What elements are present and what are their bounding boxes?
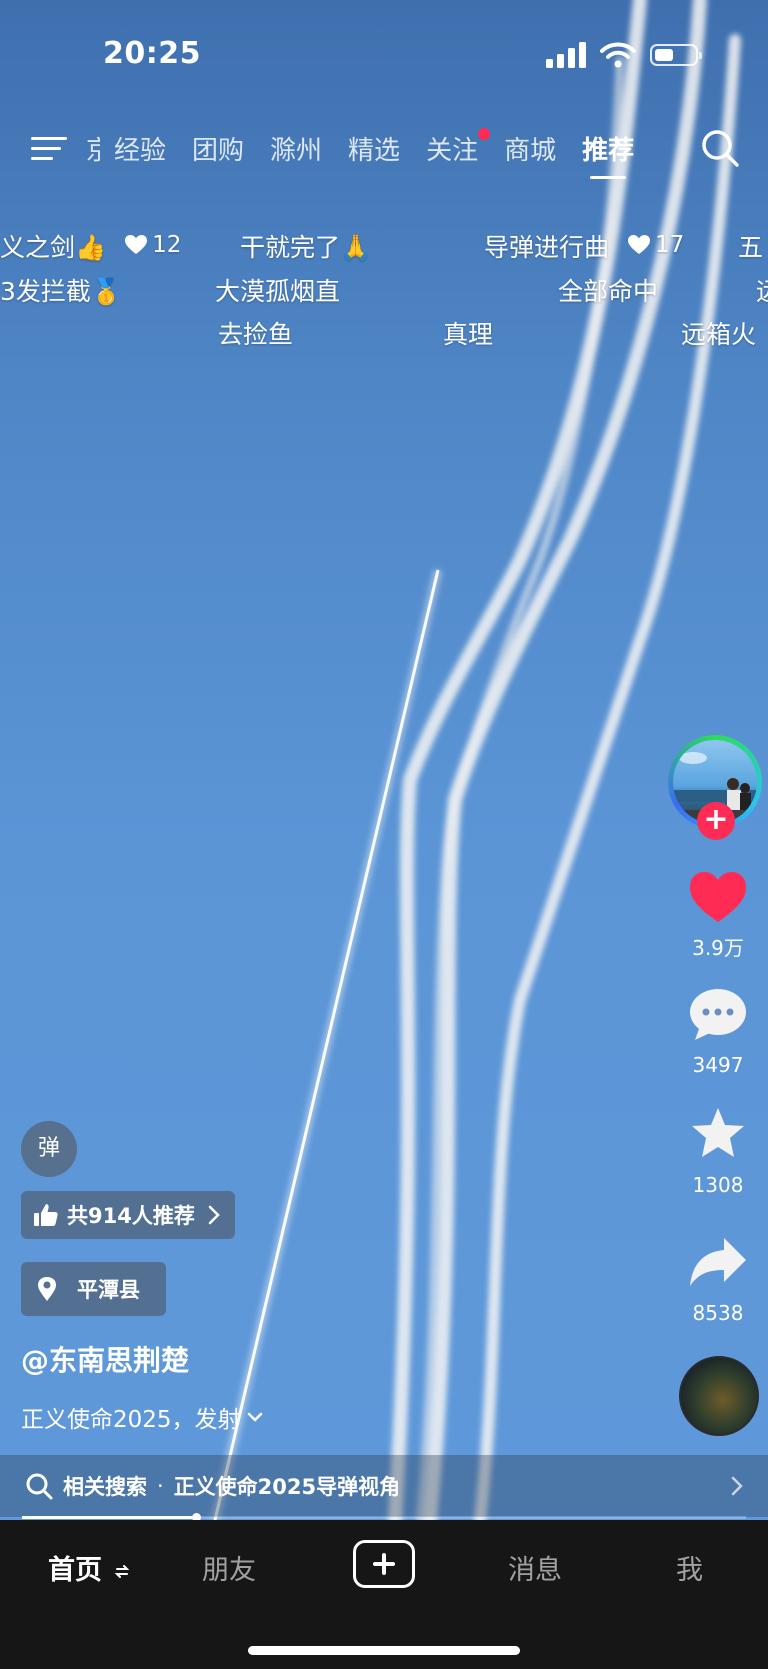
notification-dot bbox=[478, 128, 491, 140]
danmaku-like-count: 12 bbox=[152, 232, 182, 258]
chevron-down-icon bbox=[247, 1412, 262, 1422]
favorite-count: 1308 bbox=[692, 1173, 744, 1197]
refresh-switch-icon bbox=[114, 1565, 130, 1578]
tab-following[interactable]: 关注 bbox=[426, 128, 491, 167]
top-tab-bar: 京 经验 团购 滁州 精选 关注 商城 推荐 bbox=[0, 120, 768, 179]
thumbs-up-icon bbox=[34, 1204, 58, 1226]
heart-outline-icon bbox=[627, 235, 650, 254]
nav-friends[interactable]: 朋友 bbox=[202, 1548, 256, 1587]
music-disc-icon[interactable] bbox=[679, 1356, 759, 1436]
heart-outline-icon bbox=[125, 235, 148, 254]
comment-icon[interactable] bbox=[668, 986, 768, 1042]
chevron-right-icon bbox=[731, 1476, 743, 1496]
location-pin-icon bbox=[38, 1277, 56, 1301]
tab-list: 京 经验 团购 滁州 精选 关注 商城 推荐 bbox=[86, 128, 660, 179]
bottom-nav-bar: 首页 朋友 消息 我 bbox=[0, 1520, 768, 1669]
recommend-chip[interactable]: 共914人推荐 bbox=[21, 1191, 235, 1239]
related-search-query: 正义使命2025导弹视角 bbox=[173, 1475, 401, 1499]
tab-featured[interactable]: 精选 bbox=[348, 130, 400, 167]
danmaku-comment: 去捡鱼 bbox=[218, 320, 294, 349]
tab-mall[interactable]: 商城 bbox=[504, 130, 556, 167]
follow-button[interactable]: + bbox=[697, 802, 735, 840]
danmaku-like-count: 17 bbox=[654, 232, 685, 258]
location-text: 平潭县 bbox=[77, 1278, 140, 1302]
danmaku-toggle-label: 弹 bbox=[37, 1136, 60, 1161]
tab-group-buy[interactable]: 团购 bbox=[192, 130, 244, 167]
danmaku-comment: 五 bbox=[738, 233, 764, 262]
chevron-right-icon bbox=[208, 1205, 220, 1225]
search-icon bbox=[26, 1473, 53, 1500]
danmaku-text: 导弹进行曲 bbox=[484, 233, 610, 262]
tab-experience[interactable]: 经验 bbox=[114, 130, 166, 167]
danmaku-likes: 17 bbox=[627, 232, 684, 258]
location-chip[interactable]: 平潭县 bbox=[21, 1262, 166, 1316]
share-arrow-icon[interactable] bbox=[668, 1234, 768, 1290]
related-search-prefix: 相关搜索 bbox=[63, 1475, 147, 1499]
danmaku-comment: 全部命中 bbox=[558, 277, 659, 306]
danmaku-comment: 3发拦截🥇 bbox=[0, 277, 123, 306]
comment-count: 3497 bbox=[692, 1053, 744, 1077]
danmaku-comment: 真理 bbox=[443, 320, 494, 349]
danmaku-text: 义之剑👍 bbox=[0, 233, 107, 262]
danmaku-comment: 远箱火 bbox=[681, 320, 757, 349]
author-name[interactable]: @东南思荆楚 bbox=[21, 1339, 189, 1379]
nav-home-label: 首页 bbox=[48, 1555, 102, 1586]
danmaku-likes: 12 bbox=[124, 232, 181, 258]
video-description[interactable]: 正义使命2025，发射 bbox=[21, 1400, 263, 1434]
tab-following-label: 关注 bbox=[426, 136, 479, 166]
tab-local-city[interactable]: 滁州 bbox=[270, 130, 322, 167]
battery-icon bbox=[650, 44, 702, 66]
danmaku-comment: 大漠孤烟直 bbox=[215, 277, 341, 306]
danmaku-comment: 干就完了🙏 bbox=[240, 233, 372, 262]
like-heart-icon[interactable] bbox=[668, 868, 768, 924]
favorite-star-icon[interactable] bbox=[668, 1106, 768, 1162]
create-post-button[interactable] bbox=[353, 1540, 415, 1588]
nav-messages[interactable]: 消息 bbox=[508, 1548, 562, 1587]
description-text: 正义使命2025，发射 bbox=[21, 1407, 241, 1433]
danmaku-comment: 义之剑👍 12 bbox=[0, 228, 181, 264]
status-icons bbox=[546, 42, 702, 68]
wifi-icon bbox=[600, 42, 636, 68]
home-indicator[interactable] bbox=[248, 1646, 520, 1655]
related-search-bar[interactable]: 相关搜索 · 正义使命2025导弹视角 bbox=[0, 1455, 768, 1517]
danmaku-comment: 导弹进行曲 17 bbox=[484, 228, 684, 264]
status-time: 20:25 bbox=[103, 36, 201, 71]
nav-home[interactable]: 首页 bbox=[48, 1548, 130, 1587]
share-count: 8538 bbox=[692, 1301, 744, 1325]
cellular-signal-icon bbox=[546, 42, 586, 68]
like-count: 3.9万 bbox=[692, 936, 744, 960]
danmaku-toggle-button[interactable]: 弹 bbox=[21, 1121, 77, 1177]
search-icon[interactable] bbox=[700, 128, 740, 168]
tab-recommended[interactable]: 推荐 bbox=[582, 130, 634, 179]
recommend-text: 共914人推荐 bbox=[67, 1204, 195, 1228]
tab-partial[interactable]: 京 bbox=[86, 130, 100, 167]
nav-me[interactable]: 我 bbox=[676, 1548, 703, 1587]
related-search-separator: · bbox=[157, 1474, 164, 1498]
video-progress-bar[interactable] bbox=[22, 1513, 746, 1522]
progress-fill bbox=[22, 1516, 196, 1519]
danmaku-comment: 远 bbox=[756, 272, 768, 308]
menu-icon[interactable] bbox=[31, 134, 67, 162]
